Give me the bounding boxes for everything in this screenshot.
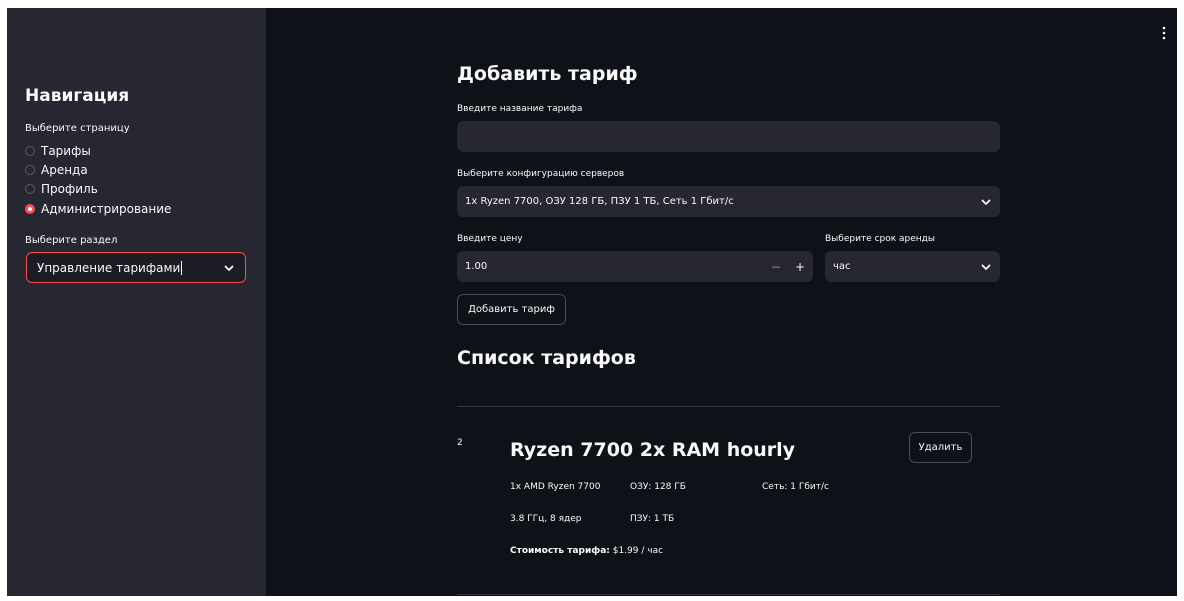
tariff-name-label: Введите название тарифа [457,104,583,114]
network-speed: Сеть: 1 Гбит/с [762,482,829,492]
app-window: Навигация Выберите страницу Тарифы Аренд… [7,8,1177,596]
main-menu-icon[interactable] [1160,26,1168,40]
chevron-down-icon[interactable] [980,261,992,273]
radio-label: Тарифы [41,144,91,158]
decrement-button[interactable]: − [771,260,781,274]
radio-page-rent[interactable]: Аренда [25,162,88,178]
section-select[interactable]: Управление тарифами [26,252,246,283]
section-select-value: Управление тарифами [37,260,181,275]
tariff-id: 2 [457,438,463,448]
divider [457,406,1000,407]
radio-circle[interactable] [25,165,35,175]
chevron-down-icon[interactable] [223,262,235,274]
storage-size: ПЗУ: 1 ТБ [630,514,675,524]
delete-tariff-button[interactable]: Удалить [909,432,972,463]
radio-page-admin[interactable]: Администрирование [25,201,171,217]
rent-period-select[interactable]: час [825,251,1000,282]
add-tariff-button[interactable]: Добавить тариф [457,294,566,325]
radio-label: Аренда [41,163,88,177]
add-tariff-heading: Добавить тариф [457,63,638,85]
sidebar: Навигация Выберите страницу Тарифы Аренд… [7,8,266,596]
radio-page-profile[interactable]: Профиль [25,181,98,197]
tariff-price-label: Стоимость тарифа: [510,546,610,556]
radio-circle[interactable] [25,146,35,156]
chevron-down-icon[interactable] [980,196,992,208]
divider [457,594,1000,595]
rent-period-label: Выберите срок аренды [825,234,936,244]
text-cursor [181,260,183,275]
radio-page-tariffs[interactable]: Тарифы [25,143,91,159]
increment-button[interactable]: + [795,260,805,274]
radio-circle[interactable] [25,184,35,194]
price-label: Введите цену [457,234,523,244]
tariff-price: Стоимость тарифа: $1.99 / час [510,546,663,556]
price-stepper: − + [771,260,805,274]
config-select-value: 1x Ryzen 7700, ОЗУ 128 ГБ, ПЗУ 1 ТБ, Сет… [465,196,734,207]
tariff-list-heading: Список тарифов [457,347,636,369]
config-select[interactable]: 1x Ryzen 7700, ОЗУ 128 ГБ, ПЗУ 1 ТБ, Сет… [457,186,1000,217]
tariff-name-input[interactable] [457,121,1000,152]
section-select-label: Выберите раздел [25,235,118,246]
ram-size: ОЗУ: 128 ГБ [630,482,686,492]
tariff-price-value: $1.99 / час [609,546,664,556]
radio-label: Администрирование [41,202,172,216]
cpu-model: 1x AMD Ryzen 7700 [510,482,601,492]
rent-period-value: час [833,261,851,272]
price-input[interactable]: 1.00 − + [457,251,813,282]
page-select-label: Выберите страницу [25,123,130,134]
sidebar-title: Навигация [25,86,130,106]
radio-circle-selected[interactable] [25,204,35,214]
tariff-name: Ryzen 7700 2x RAM hourly [510,439,796,461]
config-select-label: Выберите конфигурацию серверов [457,169,625,179]
cpu-spec: 3.8 ГГц, 8 ядер [510,514,582,524]
price-value: 1.00 [465,261,488,272]
radio-label: Профиль [41,182,98,196]
